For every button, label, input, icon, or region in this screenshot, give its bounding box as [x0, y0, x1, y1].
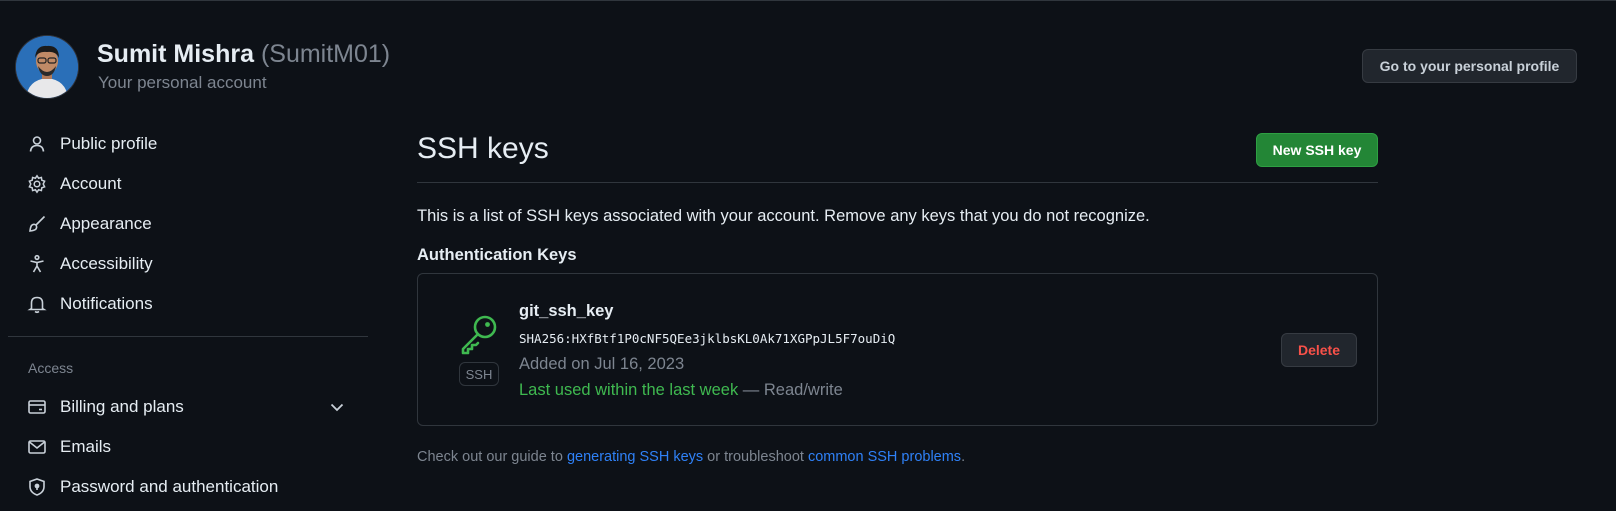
sidebar-item-password-authentication[interactable]: Password and authentication	[26, 470, 278, 504]
common-ssh-problems-link[interactable]: common SSH problems	[808, 449, 961, 465]
sidebar-divider	[8, 336, 368, 337]
key-last-used: Last used within the last week	[519, 381, 739, 399]
ssh-badge: SSH	[459, 362, 499, 386]
accessibility-icon	[26, 253, 48, 275]
account-display-name: Sumit Mishra	[97, 40, 254, 68]
sidebar-item-label: Account	[60, 174, 122, 193]
credit-card-icon	[26, 396, 48, 418]
sidebar-item-label: Appearance	[60, 214, 152, 233]
sidebar-item-label: Accessibility	[60, 254, 153, 273]
avatar[interactable]	[16, 36, 78, 98]
generating-ssh-keys-link[interactable]: generating SSH keys	[567, 449, 703, 465]
sidebar-item-notifications[interactable]: Notifications	[26, 287, 153, 321]
key-title: git_ssh_key	[519, 302, 614, 320]
page-title: SSH keys	[417, 132, 549, 165]
account-subtitle: Your personal account	[98, 73, 267, 92]
guide-text: Check out our guide to generating SSH ke…	[417, 449, 965, 465]
title-divider	[417, 182, 1378, 183]
sidebar-item-account[interactable]: Account	[26, 167, 121, 201]
mail-icon	[26, 436, 48, 458]
chevron-down-icon[interactable]	[328, 398, 346, 416]
delete-key-button[interactable]: Delete	[1281, 333, 1357, 367]
key-fingerprint: SHA256:HXfBtf1P0cNF5QEe3jklbsKL0Ak71XGPp…	[519, 331, 896, 346]
intro-text: This is a list of SSH keys associated wi…	[417, 207, 1150, 225]
gear-icon	[26, 173, 48, 195]
go-to-profile-button[interactable]: Go to your personal profile	[1362, 49, 1577, 83]
bell-icon	[26, 293, 48, 315]
key-icon	[461, 315, 497, 355]
sidebar-item-label: Notifications	[60, 294, 153, 313]
top-border	[0, 0, 1616, 1]
key-usage-line: Last used within the last week — Read/wr…	[519, 381, 843, 400]
key-added-date: Added on Jul 16, 2023	[519, 355, 685, 373]
account-login: (SumitM01)	[260, 40, 391, 68]
sidebar-item-label: Billing and plans	[60, 397, 184, 416]
sidebar-item-emails[interactable]: Emails	[26, 430, 111, 464]
sidebar-item-accessibility[interactable]: Accessibility	[26, 247, 153, 281]
guide-suffix: .	[961, 449, 966, 465]
key-access-level: — Read/write	[738, 381, 843, 399]
sidebar-item-appearance[interactable]: Appearance	[26, 207, 152, 241]
section-heading: Authentication Keys	[417, 246, 577, 264]
sidebar-heading-access: Access	[28, 360, 74, 376]
new-ssh-key-button[interactable]: New SSH key	[1256, 133, 1378, 167]
guide-prefix: Check out our guide to	[417, 449, 567, 465]
sidebar-item-billing[interactable]: Billing and plans	[26, 390, 184, 424]
person-icon	[26, 133, 48, 155]
ssh-key-item	[417, 273, 1378, 426]
guide-middle: or troubleshoot	[703, 449, 808, 465]
paintbrush-icon	[26, 213, 48, 235]
sidebar-item-public-profile[interactable]: Public profile	[26, 127, 157, 161]
shield-lock-icon	[26, 476, 48, 498]
sidebar-item-label: Public profile	[60, 134, 158, 153]
sidebar-item-label: Emails	[60, 437, 112, 456]
sidebar-item-label: Password and authentication	[60, 477, 279, 496]
account-name: Sumit Mishra (SumitM01)	[97, 40, 390, 69]
